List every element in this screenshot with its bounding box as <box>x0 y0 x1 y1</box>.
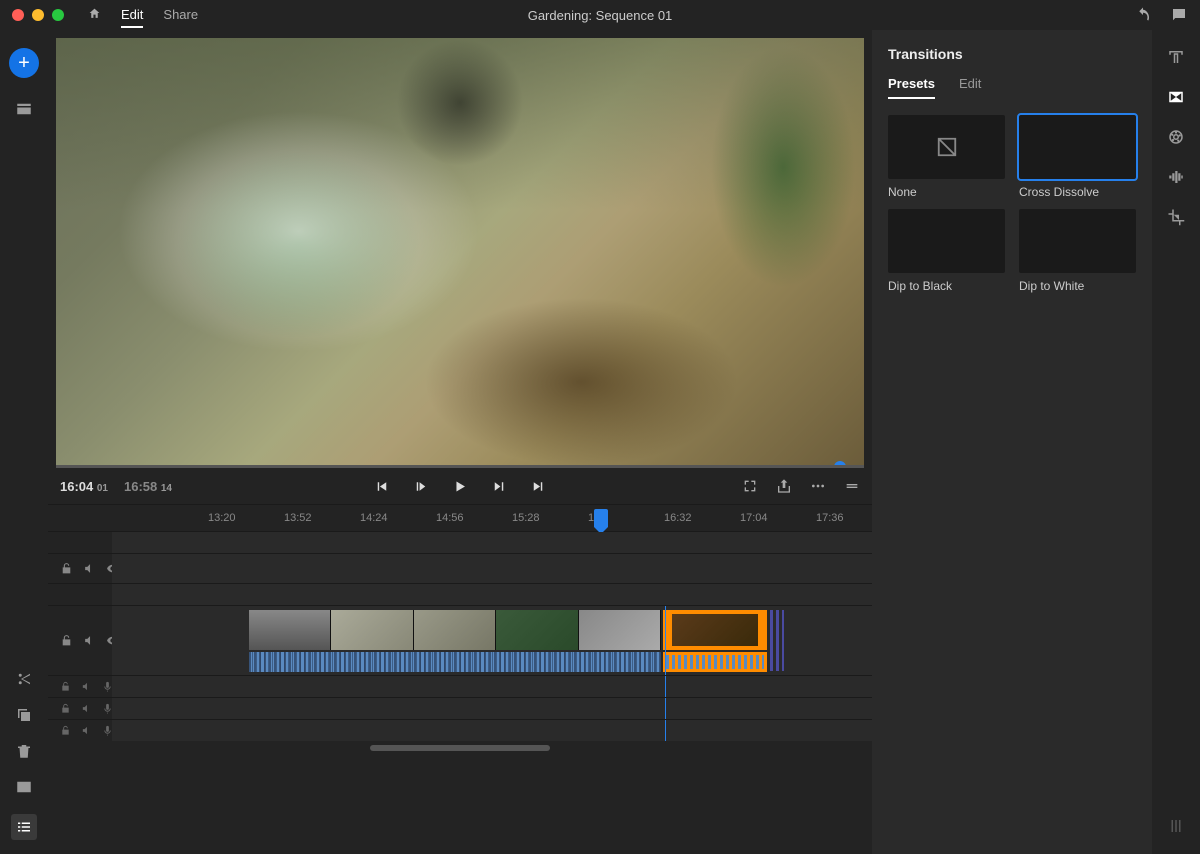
lock-icon[interactable] <box>60 725 71 736</box>
captions-icon[interactable] <box>15 778 33 796</box>
audio-track-3 <box>48 719 872 741</box>
tab-share[interactable]: Share <box>163 3 198 28</box>
go-to-end-icon[interactable] <box>530 478 547 495</box>
export-frame-icon[interactable] <box>776 478 792 494</box>
step-forward-icon[interactable] <box>491 478 508 495</box>
track-spacer <box>48 583 872 605</box>
window-controls <box>12 9 64 21</box>
crop-icon[interactable] <box>1167 208 1185 226</box>
preset-dip-to-black[interactable]: Dip to Black <box>888 209 1005 293</box>
play-icon[interactable] <box>452 478 469 495</box>
go-to-start-icon[interactable] <box>374 478 391 495</box>
left-rail: + <box>0 30 48 854</box>
project-title: Gardening: Sequence 01 <box>528 8 673 23</box>
scissors-icon[interactable] <box>15 670 33 688</box>
timeline: 13:20 13:52 14:24 14:56 15:28 16: 16:32 … <box>48 504 872 854</box>
preset-cross-dissolve[interactable]: Cross Dissolve <box>1019 115 1136 199</box>
video-clip-2-selected[interactable] <box>663 610 767 650</box>
track-spacer <box>48 531 872 553</box>
tab-edit[interactable]: Edit <box>121 3 143 28</box>
audio-clip-1[interactable] <box>249 652 661 672</box>
mute-icon[interactable] <box>81 703 92 714</box>
video-track-1-body[interactable] <box>112 606 872 675</box>
video-track-1 <box>48 605 872 675</box>
audio-icon[interactable] <box>1167 168 1185 186</box>
playback-controls: 16:04 01 16:58 14 <box>48 468 872 504</box>
panel-title: Transitions <box>888 46 1136 62</box>
mute-icon[interactable] <box>83 634 96 647</box>
titles-icon[interactable] <box>1167 48 1185 66</box>
lock-icon[interactable] <box>60 681 71 692</box>
comment-icon[interactable] <box>1170 6 1188 24</box>
timeline-view-icon[interactable] <box>11 814 37 840</box>
tab-edit-transition[interactable]: Edit <box>959 76 981 99</box>
minimize-window-icon[interactable] <box>32 9 44 21</box>
transitions-icon[interactable] <box>1167 88 1185 106</box>
playhead-line <box>665 606 666 675</box>
maximize-window-icon[interactable] <box>52 9 64 21</box>
timeline-options-icon[interactable] <box>844 478 860 494</box>
project-panel-icon[interactable] <box>15 100 33 118</box>
audio-track-2 <box>48 697 872 719</box>
add-media-button[interactable]: + <box>9 48 39 78</box>
home-icon[interactable] <box>88 3 101 28</box>
titlebar: Edit Share Gardening: Sequence 01 <box>0 0 1200 30</box>
right-rail <box>1152 30 1200 854</box>
trash-icon[interactable] <box>15 742 33 760</box>
close-window-icon[interactable] <box>12 9 24 21</box>
video-track-2-body[interactable] <box>112 554 872 583</box>
mute-icon[interactable] <box>83 562 96 575</box>
timeline-ruler[interactable]: 13:20 13:52 14:24 14:56 15:28 16: 16:32 … <box>48 505 872 531</box>
lock-icon[interactable] <box>60 634 73 647</box>
mute-icon[interactable] <box>81 725 92 736</box>
tab-presets[interactable]: Presets <box>888 76 935 99</box>
timecode-current[interactable]: 16:04 01 <box>60 479 108 494</box>
more-options-icon[interactable] <box>810 478 826 494</box>
fullscreen-icon[interactable] <box>742 478 758 494</box>
scrubber-playhead-icon[interactable] <box>834 461 846 468</box>
mute-icon[interactable] <box>81 681 92 692</box>
lock-icon[interactable] <box>60 562 73 575</box>
playhead-icon[interactable] <box>594 509 608 527</box>
undo-icon[interactable] <box>1134 6 1152 24</box>
video-clip-1[interactable] <box>249 610 661 650</box>
lock-icon[interactable] <box>60 703 71 714</box>
top-nav: Edit Share <box>88 3 198 28</box>
audio-meters-icon[interactable] <box>1167 817 1185 835</box>
transition-marker[interactable] <box>770 610 784 671</box>
audio-track-1 <box>48 675 872 697</box>
timeline-scrollbar[interactable] <box>48 741 872 755</box>
step-back-icon[interactable] <box>413 478 430 495</box>
timecode-total: 16:58 14 <box>124 479 172 494</box>
preset-dip-to-white[interactable]: Dip to White <box>1019 209 1136 293</box>
audio-clip-2-selected[interactable] <box>663 652 767 672</box>
video-track-2 <box>48 553 872 583</box>
preset-none[interactable]: None <box>888 115 1005 199</box>
transitions-panel: Transitions Presets Edit None Cross Diss… <box>872 30 1152 854</box>
duplicate-icon[interactable] <box>15 706 33 724</box>
color-icon[interactable] <box>1167 128 1185 146</box>
video-preview[interactable] <box>56 38 864 468</box>
